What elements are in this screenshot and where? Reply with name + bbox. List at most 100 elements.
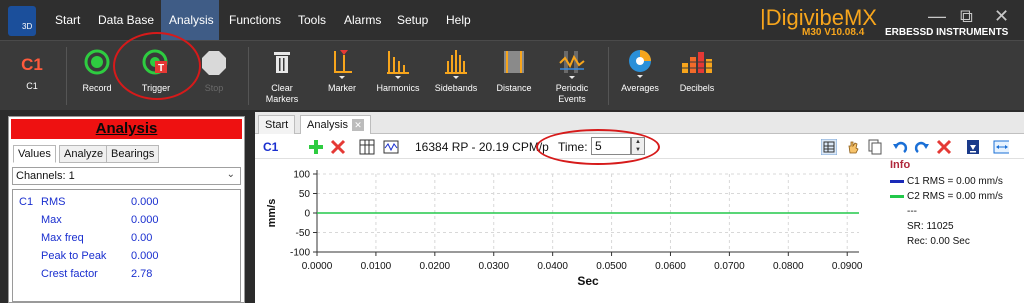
averages-icon (629, 50, 651, 78)
periodic-events-icon (559, 51, 585, 79)
stop-icon (202, 51, 226, 75)
undo-icon[interactable] (892, 139, 908, 155)
harmonics-icon (387, 51, 409, 79)
hand-pan-icon[interactable] (845, 139, 861, 155)
distance-icon (504, 51, 524, 73)
remove-icon[interactable] (330, 139, 346, 155)
menu-item-functions[interactable]: Functions (229, 13, 281, 27)
ribbon-separator (66, 47, 67, 105)
x-tick-label: 0.0000 (302, 261, 333, 272)
x-tick-label: 0.0700 (714, 261, 745, 272)
y-tick-label: -100 (290, 248, 310, 259)
fit-width-icon[interactable] (993, 139, 1009, 155)
table-view-icon[interactable] (821, 139, 837, 155)
tab-bearings[interactable]: Bearings (106, 145, 160, 163)
annotation-circle (113, 32, 201, 100)
x-tick-label: 0.0100 (361, 261, 392, 272)
decibels-button[interactable]: Decibels (672, 41, 722, 111)
trash-icon (274, 52, 290, 73)
close-tab-icon[interactable]: ✕ (351, 119, 364, 131)
menu-item-tools[interactable]: Tools (298, 13, 326, 27)
resolution-text: 16384 RP - 20.19 CPM/p (415, 140, 549, 154)
y-tick-label: 0 (304, 209, 310, 220)
sidebands-icon (445, 50, 467, 79)
x-tick-label: 0.0600 (655, 261, 686, 272)
legend-swatch-c2 (890, 194, 904, 198)
minimize-icon[interactable]: — (928, 6, 946, 27)
ribbon-toolbar: C1 C1 Record T Trigger Stop Clear Marker… (0, 32, 1024, 111)
info-row-c1-text: C1 RMS = 0.00 mm/s (907, 176, 1003, 187)
copy-icon[interactable] (867, 139, 883, 155)
channels-select[interactable]: Channels: 1 ⌄ (12, 167, 241, 185)
menu-item-alarms[interactable]: Alarms (344, 13, 381, 27)
chart-toolbar: C1 16384 RP - 20.19 CPM/p Time: 5 ▲ ▼ (255, 129, 1024, 165)
ribbon-separator (608, 47, 609, 105)
legend-swatch-c1 (890, 179, 904, 183)
delete-icon[interactable] (936, 139, 952, 155)
stop-label: Stop (204, 83, 224, 93)
record-label: Record (82, 83, 112, 93)
harmonics-label: Harmonics (376, 83, 420, 93)
values-box: C1 RMS 0.000 Max 0.000 Max freq 0.00 Pea… (12, 189, 241, 302)
info-row-divider: --- (907, 206, 917, 217)
channels-select-value: Channels: 1 (16, 170, 75, 182)
menu-item-setup[interactable]: Setup (397, 13, 428, 27)
stat-value-max: 0.000 (131, 214, 159, 226)
redo-icon[interactable] (914, 139, 930, 155)
x-tick-label: 0.0400 (537, 261, 568, 272)
stat-label-max-freq: Max freq (41, 232, 84, 244)
clear-markers-button[interactable]: Clear Markers (258, 41, 306, 111)
menu-item-start[interactable]: Start (55, 13, 80, 27)
clear-markers-label: Clear Markers (265, 83, 299, 104)
close-window-icon[interactable]: ✕ (994, 6, 1009, 27)
x-tick-label: 0.0200 (420, 261, 451, 272)
app-logo-icon[interactable]: 3D (8, 6, 36, 36)
sidebands-button[interactable]: Sidebands (430, 41, 482, 111)
averages-button[interactable]: Averages (616, 41, 664, 111)
channel-button[interactable]: C1 C1 (10, 41, 54, 111)
periodic-events-label: Periodic Events (555, 83, 589, 104)
toolbar-channel[interactable]: C1 (263, 140, 278, 154)
tab-analyze[interactable]: Analyze (59, 145, 109, 163)
marker-label: Marker (327, 83, 356, 93)
grid-table-icon[interactable] (359, 139, 375, 155)
wave-config-icon[interactable] (383, 139, 399, 155)
info-title: Info (890, 159, 911, 171)
doc-tab-analysis[interactable]: Analysis ✕ (300, 115, 371, 134)
stat-value-max-freq: 0.00 (131, 232, 153, 244)
doc-tab-start[interactable]: Start (258, 115, 296, 134)
sidebands-label: Sidebands (434, 83, 478, 93)
harmonics-button[interactable]: Harmonics (372, 41, 424, 111)
stat-label-max: Max (41, 214, 62, 226)
tab-values[interactable]: Values (13, 145, 56, 163)
brand-version: M30 V10.08.4 (802, 27, 865, 38)
distance-button[interactable]: Distance (490, 41, 538, 111)
menu-item-help[interactable]: Help (446, 13, 471, 27)
periodic-events-button[interactable]: Periodic Events (546, 41, 598, 111)
marker-button[interactable]: Marker (318, 41, 366, 111)
analysis-side-panel: Analysis Values Analyze Bearings Channel… (8, 116, 245, 303)
stop-button[interactable]: Stop (192, 41, 236, 111)
document-tabs: Start Analysis ✕ (255, 112, 1024, 134)
restore-icon[interactable]: ⧉ (960, 6, 973, 27)
stat-label-peak-to-peak: Peak to Peak (41, 250, 107, 262)
record-button[interactable]: Record (74, 41, 120, 111)
x-tick-label: 0.0500 (596, 261, 627, 272)
stat-value-rms: 0.000 (131, 196, 159, 208)
save-down-icon[interactable] (965, 139, 981, 155)
stat-label-crest-factor: Crest factor (41, 268, 98, 280)
brand-company: ERBESSD INSTRUMENTS (885, 27, 1009, 38)
analysis-workspace: Start Analysis ✕ C1 16384 RP - 20.19 CPM/… (255, 112, 1024, 303)
app-logo-text: 3D (22, 22, 33, 31)
channel-big-label: C1 (21, 55, 43, 74)
y-tick-label: -50 (296, 228, 311, 239)
info-row-c1: C1 RMS = 0.00 mm/s (890, 176, 1003, 187)
add-icon[interactable] (308, 139, 324, 155)
x-tick-label: 0.0800 (773, 261, 804, 272)
menu-item-database[interactable]: Data Base (98, 13, 154, 27)
menu-item-analysis[interactable]: Analysis (169, 13, 214, 27)
info-row-c2-text: C2 RMS = 0.00 mm/s (907, 191, 1003, 202)
x-tick-label: 0.0300 (478, 261, 509, 272)
x-axis-label: Sec (577, 274, 599, 288)
y-tick-label: 100 (293, 170, 310, 181)
